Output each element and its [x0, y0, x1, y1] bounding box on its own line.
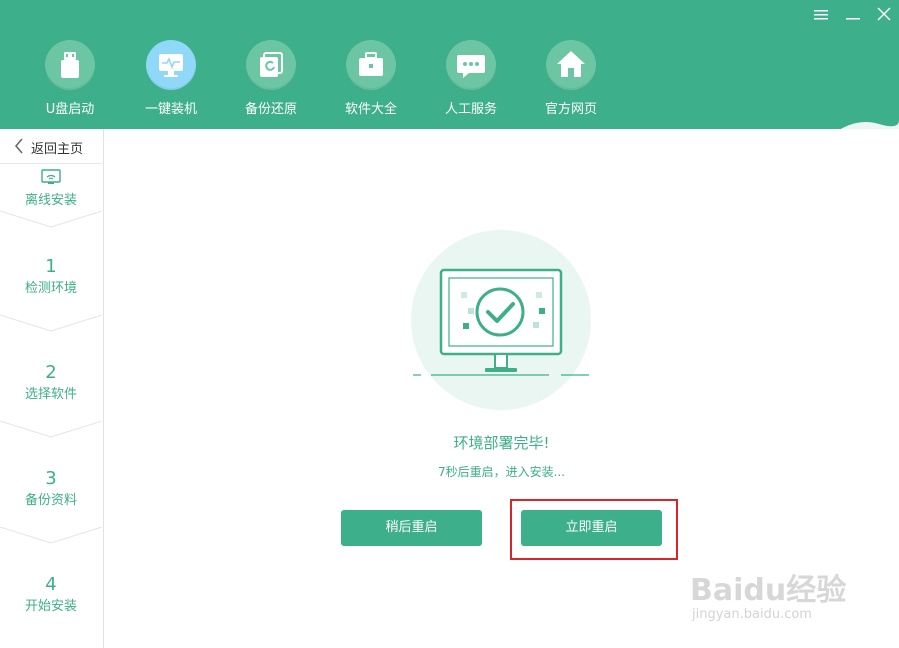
step-divider: [0, 315, 102, 332]
step-number: 2: [45, 362, 57, 383]
step-number: 1: [45, 256, 57, 277]
nav-software[interactable]: 软件大全: [321, 40, 421, 120]
usb-icon: [45, 40, 95, 90]
step-divider: [0, 211, 102, 228]
watermark-brand: Baidu经验: [690, 573, 847, 608]
home-icon: [546, 40, 596, 90]
highlight-box: [510, 499, 678, 560]
decoration-icon: [839, 120, 899, 130]
step-4: 4 开始安装: [0, 574, 102, 615]
nav-label: U盘启动: [45, 102, 95, 117]
sidebar-item-label: 离线安装: [24, 193, 77, 208]
chevron-left-icon: [14, 138, 24, 157]
nav-usb-boot[interactable]: U盘启动: [20, 40, 120, 120]
nav-backup-restore[interactable]: 备份还原: [221, 40, 321, 120]
minimize-icon[interactable]: [843, 6, 863, 26]
step-label: 开始安装: [24, 599, 77, 614]
step-divider: [0, 421, 102, 438]
monitor-check-icon: [411, 230, 591, 410]
back-home-button[interactable]: 返回主页: [0, 129, 102, 164]
step-1: 1 检测环境: [0, 256, 102, 297]
briefcase-icon: [346, 40, 396, 90]
step-3: 3 备份资料: [0, 468, 102, 509]
sidebar-item-offline[interactable]: 离线安装: [0, 169, 102, 208]
step-label: 备份资料: [24, 493, 77, 508]
nav-label: 人工服务: [444, 102, 497, 117]
nav-label: 官方网页: [544, 102, 597, 117]
nav-label: 软件大全: [344, 102, 397, 117]
nav-label: 一键装机: [144, 102, 197, 117]
nav-one-click-install[interactable]: 一键装机: [121, 40, 221, 120]
step-number: 4: [45, 574, 57, 595]
back-home-label: 返回主页: [31, 142, 84, 157]
step-2: 2 选择软件: [0, 362, 102, 403]
step-divider: [0, 527, 102, 544]
nav-label: 备份还原: [244, 102, 297, 117]
countdown-text: 7秒后重启，进入安装...: [437, 465, 566, 479]
step-label: 检测环境: [24, 281, 77, 296]
watermark: Baidu经验 jingyan.baidu.com: [690, 565, 890, 635]
nav-support[interactable]: 人工服务: [421, 40, 521, 120]
title-bar: U盘启动 一键装机 备份还原 软件大全 人工服务 官方网页: [0, 0, 899, 130]
menu-icon[interactable]: [811, 6, 831, 26]
watermark-url: jingyan.baidu.com: [692, 607, 812, 622]
step-label: 选择软件: [24, 387, 77, 402]
step-number: 3: [45, 468, 57, 489]
close-icon[interactable]: [874, 6, 894, 26]
monitor-icon: [146, 40, 196, 90]
backup-icon: [246, 40, 296, 90]
status-title: 环境部署完毕!: [453, 434, 550, 452]
restart-later-button[interactable]: 稍后重启: [341, 510, 482, 546]
wifi-monitor-icon: [0, 169, 102, 189]
chat-icon: [446, 40, 496, 90]
sidebar: 返回主页 离线安装 1 检测环境 2 选择软件 3 备份资料 4 开始安装: [0, 129, 104, 648]
nav-website[interactable]: 官方网页: [521, 40, 621, 120]
